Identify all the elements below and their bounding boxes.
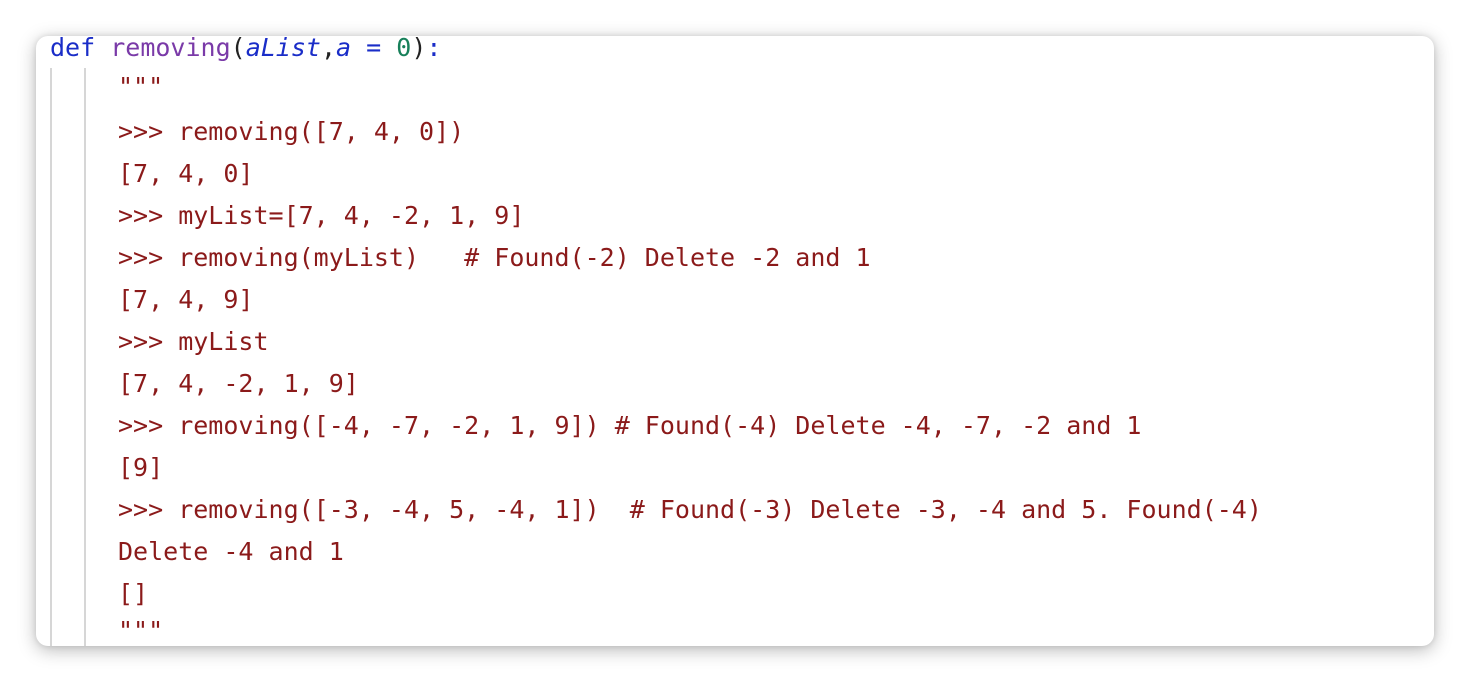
code-editor[interactable]: def removing(aList,a = 0): """ >>> remov… [36,36,1434,646]
default-value: 0 [396,36,412,62]
docstring-line: """ [118,616,164,645]
open-paren: ( [230,36,246,62]
param-alist: aList [245,36,321,62]
function-name: removing [110,36,231,62]
docstring-line: >>> myList=[7, 4, -2, 1, 9] [118,201,525,230]
param-a: a [336,36,352,62]
docstring-line: [7, 4, 9] [118,285,254,314]
comma: , [320,36,337,62]
keyword-def: def [50,36,96,62]
code-line-def: def removing(aList,a = 0): [50,36,441,65]
docstring-line: >>> removing([7, 4, 0]) [118,117,465,146]
close-paren: ) [411,36,427,62]
docstring-line: >>> removing([-4, -7, -2, 1, 9]) # Found… [118,411,1142,440]
docstring-line: """ [118,72,164,101]
equals-operator: = [351,36,397,62]
docstring-line: >>> removing(myList) # Found(-2) Delete … [118,243,871,272]
docstring-line: [9] [118,453,164,482]
colon: : [426,36,442,62]
docstring-line: [7, 4, -2, 1, 9] [118,369,359,398]
docstring-line: Delete -4 and 1 [118,537,344,566]
docstring-line: >>> removing([-3, -4, 5, -4, 1]) # Found… [118,495,1262,524]
docstring-line: [] [118,579,149,608]
code-content: def removing(aList,a = 0): """ >>> remov… [36,36,1434,645]
docstring-line: [7, 4, 0] [118,159,254,188]
docstring-line: >>> myList [118,327,269,356]
